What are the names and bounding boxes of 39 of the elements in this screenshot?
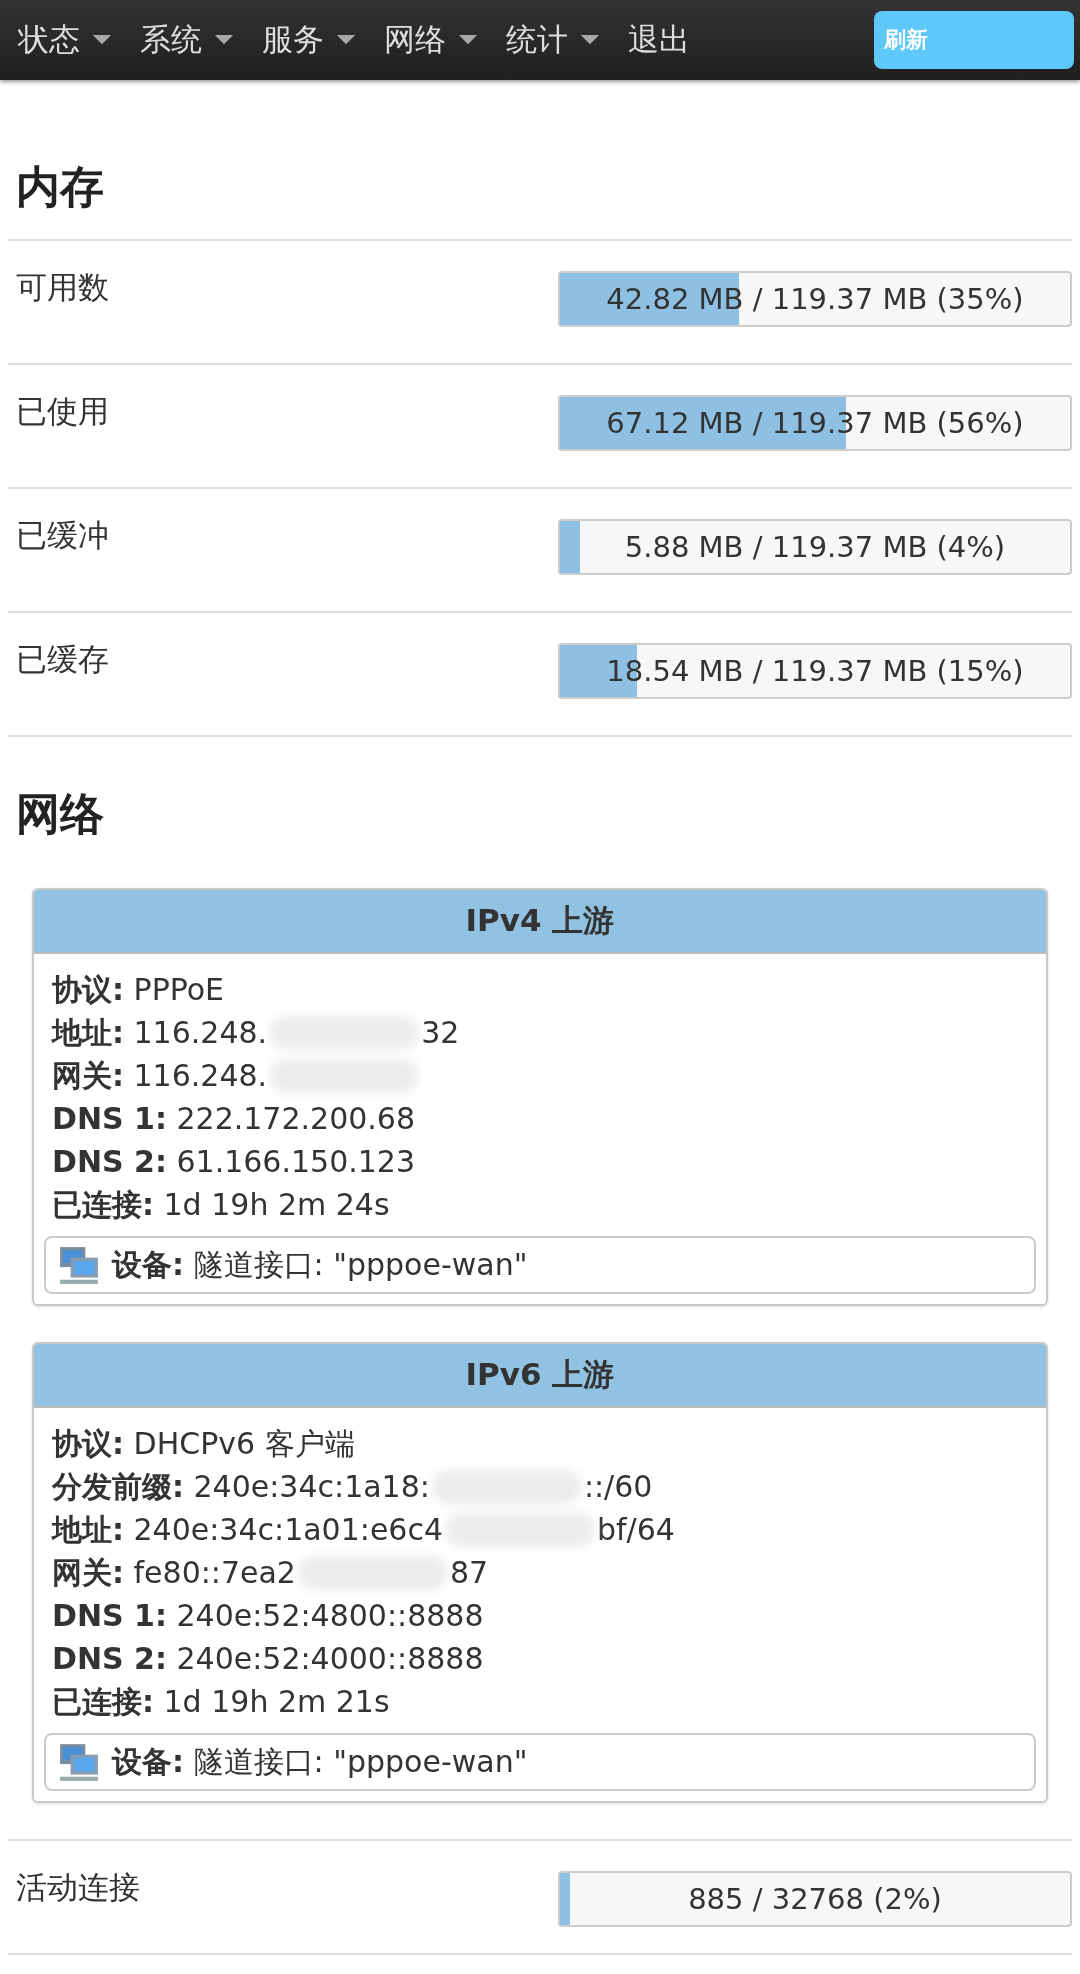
network-icon [58, 1244, 100, 1286]
network-icon [58, 1741, 100, 1783]
field-label: 已缓存 [16, 640, 109, 679]
section-title: 内存 [8, 80, 1072, 241]
info-line: 分发前缀: 240e:34c:1a18: [52, 1468, 430, 1506]
field-label: 活动连接 [16, 1868, 140, 1907]
info-line: bf/64 [597, 1511, 675, 1549]
progress-reading: 885 / 32768 (2%) [687, 1881, 943, 1918]
field-label: 已缓冲 [16, 516, 109, 555]
nav-menu-item[interactable]: 退出 [628, 19, 690, 61]
nav-menu-item[interactable]: 网络 [384, 19, 478, 61]
info-line: DNS 2: 61.166.150.123 [52, 1143, 416, 1181]
device-text: 设备: 隧道接口: "pppoe-wan" [112, 1245, 528, 1284]
info-line: DNS 1: 240e:52:4800::8888 [52, 1597, 484, 1635]
info-line: 已连接: 1d 19h 2m 21s [52, 1683, 390, 1721]
nav-menu-item[interactable]: 服务 [262, 19, 356, 61]
card-header: IPv4 上游 [34, 890, 1046, 954]
info-line: DNS 2: 240e:52:4000::8888 [52, 1640, 484, 1678]
info-line: ::/60 [583, 1468, 653, 1506]
info-line: 地址: 116.248. [52, 1014, 268, 1052]
progress-reading: 18.54 MB / 119.37 MB (15%) [605, 653, 1025, 690]
info-line: 网关: fe80::7ea2 [52, 1554, 296, 1592]
info-line: 已连接: 1d 19h 2m 24s [52, 1186, 390, 1224]
card-header: IPv6 上游 [34, 1344, 1046, 1408]
nav-menu-item[interactable]: 统计 [506, 19, 600, 61]
info-line: 32 [421, 1014, 460, 1052]
nav-menu-item[interactable]: 状态 [18, 19, 112, 61]
field-label: 可用数 [16, 268, 109, 307]
info-line: 协议: DHCPv6 客户端 [52, 1425, 355, 1463]
info-line: 87 [449, 1554, 489, 1592]
nav-menu-item[interactable]: 系统 [140, 19, 234, 61]
field-label: 已使用 [16, 392, 109, 431]
device-text: 设备: 隧道接口: "pppoe-wan" [112, 1742, 528, 1781]
section-title: 网络 [15, 787, 105, 841]
progress-reading: 5.88 MB / 119.37 MB (4%) [623, 529, 1007, 566]
info-line: DNS 1: 222.172.200.68 [52, 1100, 416, 1138]
info-line: 网关: 116.248. [52, 1057, 268, 1095]
info-line: 地址: 240e:34c:1a01:e6c4 [52, 1511, 443, 1549]
info-line: 协议: PPPoE [52, 971, 225, 1009]
